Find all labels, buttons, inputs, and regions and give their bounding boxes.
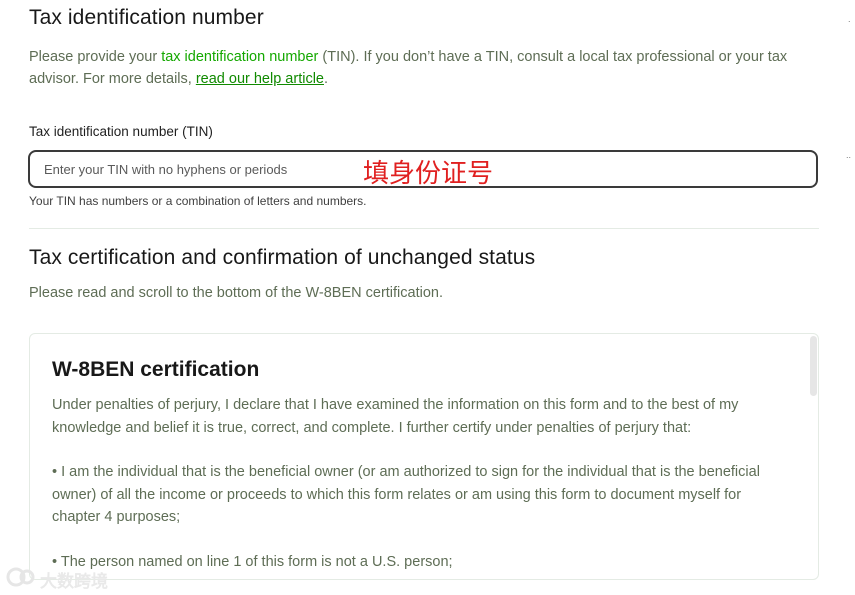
w8ben-certification-scrollbox[interactable]: W-8BEN certification Under penalties of …: [29, 333, 819, 580]
tin-intro-text-3: .: [324, 71, 329, 87]
section-divider: [29, 228, 819, 229]
edge-mark: .: [848, 14, 851, 24]
tin-intro: Please provide your tax identification n…: [29, 46, 829, 90]
tin-field-label: Tax identification number (TIN): [29, 124, 213, 139]
help-article-link[interactable]: read our help article: [196, 71, 324, 87]
w8ben-certification-title: W-8BEN certification: [52, 358, 260, 381]
scrollbar-thumb[interactable]: [810, 336, 817, 396]
certification-subtitle: Please read and scroll to the bottom of …: [29, 285, 443, 301]
certification-section-title: Tax certification and confirmation of un…: [29, 246, 536, 269]
certification-bullet: • The person named on line 1 of this for…: [52, 554, 453, 570]
tin-section-title: Tax identification number: [29, 6, 264, 29]
watermark: 大数跨境: [6, 566, 108, 593]
tin-definition-link[interactable]: tax identification number: [161, 49, 318, 65]
certification-paragraph: Under penalties of perjury, I declare th…: [52, 397, 739, 436]
watermark-text: 大数跨境: [40, 572, 108, 592]
watermark-logo-icon: [6, 566, 36, 593]
tin-intro-text-1: Please provide your: [29, 49, 162, 65]
annotation-overlay-text: 填身份证号: [363, 159, 494, 189]
edge-mark: ..: [846, 150, 852, 160]
certification-bullet: • I am the individual that is the benefi…: [52, 464, 760, 525]
tin-hint: Your TIN has numbers or a combination of…: [29, 194, 367, 208]
